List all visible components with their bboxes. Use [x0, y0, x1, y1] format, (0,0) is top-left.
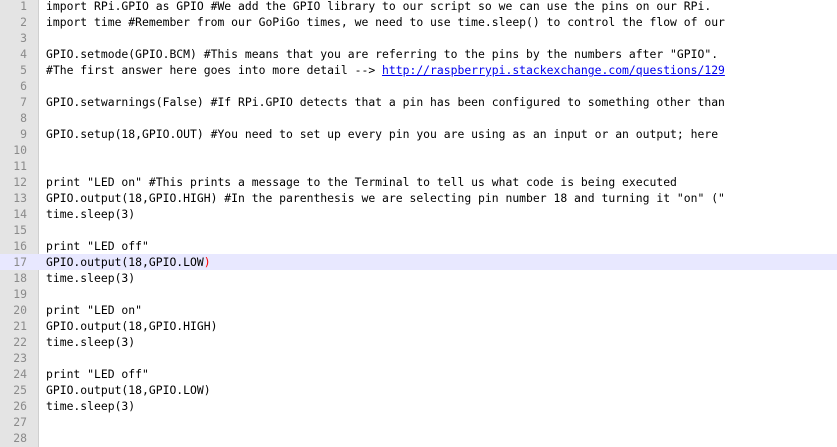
- line-text: print "LED off": [46, 367, 149, 381]
- code-line[interactable]: 11: [0, 158, 837, 174]
- code-line[interactable]: 28: [0, 430, 837, 446]
- code-line[interactable]: 27: [0, 414, 837, 430]
- line-number: 19: [13, 287, 27, 301]
- line-text: GPIO.setup(18,GPIO.OUT) #You need to set…: [46, 127, 719, 141]
- line-number: 21: [13, 319, 27, 333]
- line-text: GPIO.output(18,GPIO.HIGH): [46, 319, 218, 333]
- line-number: 3: [20, 31, 27, 45]
- line-text: GPIO.setmode(GPIO.BCM) #This means that …: [46, 47, 719, 61]
- code-line[interactable]: 12 print "LED on" #This prints a message …: [0, 174, 837, 190]
- line-text: print "LED on": [46, 303, 143, 317]
- code-line[interactable]: 23: [0, 350, 837, 366]
- line-number: 10: [13, 143, 27, 157]
- line-text: GPIO.output(18,GPIO.LOW): [46, 383, 211, 397]
- line-number: 8: [20, 111, 27, 125]
- code-line[interactable]: 4 GPIO.setmode(GPIO.BCM) #This means that…: [0, 46, 837, 62]
- line-number: 18: [13, 271, 27, 285]
- line-text: time.sleep(3): [46, 335, 136, 349]
- line-number: 22: [13, 335, 27, 349]
- line-text: print "LED on" #This prints a message to…: [46, 175, 677, 189]
- code-line[interactable]: 26 time.sleep(3): [0, 398, 837, 414]
- code-line[interactable]: 18 time.sleep(3): [0, 270, 837, 286]
- line-number: 4: [20, 47, 27, 61]
- line-text: time.sleep(3): [46, 399, 136, 413]
- code-line[interactable]: 1 import RPi.GPIO as GPIO #We add the GPI…: [0, 0, 837, 14]
- line-text: import time #Remember from our GoPiGo ti…: [46, 15, 725, 29]
- line-text: time.sleep(3): [46, 207, 136, 221]
- line-number: 17: [13, 255, 27, 269]
- code-line[interactable]: 10: [0, 142, 837, 158]
- line-number: 5: [20, 63, 27, 77]
- code-text: GPIO.output(18,GPIO.LOW: [46, 255, 204, 269]
- line-number: 11: [13, 159, 27, 173]
- code-line[interactable]: 8: [0, 110, 837, 126]
- code-line[interactable]: 13 GPIO.output(18,GPIO.HIGH) #In the pare…: [0, 190, 837, 206]
- line-number: 16: [13, 239, 27, 253]
- code-editor[interactable]: 1 import RPi.GPIO as GPIO #We add the GPI…: [0, 0, 837, 447]
- code-line[interactable]: 2 import time #Remember from our GoPiGo t…: [0, 14, 837, 30]
- line-number: 23: [13, 351, 27, 365]
- code-line[interactable]: 21 GPIO.output(18,GPIO.HIGH): [0, 318, 837, 334]
- code-line[interactable]: 24 print "LED off": [0, 366, 837, 382]
- line-number: 20: [13, 303, 27, 317]
- line-number: 26: [13, 399, 27, 413]
- line-number: 2: [20, 15, 27, 29]
- matched-paren: ): [203, 255, 211, 269]
- code-line[interactable]: 3: [0, 30, 837, 46]
- line-text: time.sleep(3): [46, 271, 136, 285]
- line-text: print "LED off": [46, 239, 149, 253]
- code-line[interactable]: 16 print "LED off": [0, 238, 837, 254]
- code-line[interactable]: 22 time.sleep(3): [0, 334, 837, 350]
- line-number: 12: [13, 175, 27, 189]
- line-number: 6: [20, 79, 27, 93]
- stackexchange-link[interactable]: http://raspberrypi.stackexchange.com/que…: [382, 63, 725, 77]
- line-number: 14: [13, 207, 27, 221]
- code-line[interactable]: 14 time.sleep(3): [0, 206, 837, 222]
- code-line[interactable]: 7 GPIO.setwarnings(False) #If RPi.GPIO de…: [0, 94, 837, 110]
- line-text: #The first answer here goes into more de…: [46, 62, 725, 78]
- line-number: 1: [20, 0, 27, 13]
- line-number: 9: [20, 127, 27, 141]
- code-line[interactable]: 19: [0, 286, 837, 302]
- line-number: 7: [20, 95, 27, 109]
- line-text: GPIO.setwarnings(False) #If RPi.GPIO det…: [46, 95, 725, 109]
- line-text: GPIO.output(18,GPIO.HIGH) #In the parent…: [46, 191, 725, 205]
- code-lines: 1 import RPi.GPIO as GPIO #We add the GPI…: [0, 0, 837, 446]
- line-number: 13: [13, 191, 27, 205]
- line-number: 25: [13, 383, 27, 397]
- line-text: GPIO.output(18,GPIO.LOW): [46, 254, 211, 270]
- line-number: 15: [13, 223, 27, 237]
- line-number: 24: [13, 367, 27, 381]
- code-line[interactable]: 15: [0, 222, 837, 238]
- comment-text: #The first answer here goes into more de…: [46, 63, 383, 77]
- code-line[interactable]: 20 print "LED on": [0, 302, 837, 318]
- line-text: import RPi.GPIO as GPIO #We add the GPIO…: [46, 0, 712, 13]
- code-line[interactable]: 25 GPIO.output(18,GPIO.LOW): [0, 382, 837, 398]
- current-code-line[interactable]: 17 GPIO.output(18,GPIO.LOW): [0, 254, 837, 270]
- line-number: 28: [13, 431, 27, 445]
- line-number: 27: [13, 415, 27, 429]
- code-line[interactable]: 9 GPIO.setup(18,GPIO.OUT) #You need to se…: [0, 126, 837, 142]
- code-line[interactable]: 6: [0, 78, 837, 94]
- code-line[interactable]: 5 #The first answer here goes into more d…: [0, 62, 837, 78]
